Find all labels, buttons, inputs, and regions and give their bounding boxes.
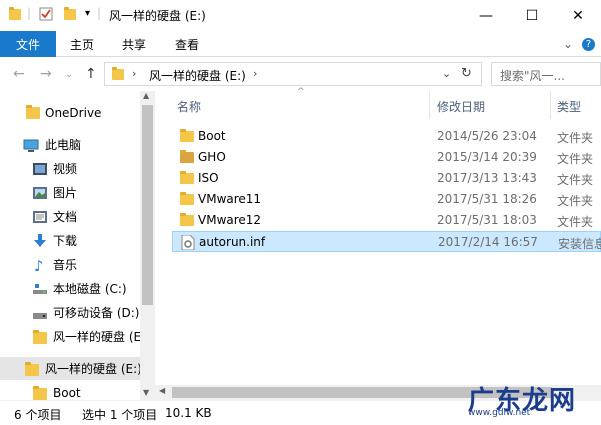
nav-scroll-thumb[interactable] — [142, 105, 153, 305]
breadcrumb-chevron-icon[interactable]: › — [132, 67, 136, 80]
pc-icon — [23, 139, 39, 152]
up-arrow-icon[interactable]: ↑ — [85, 66, 97, 82]
forward-arrow-icon[interactable]: → — [40, 66, 52, 82]
nav-item-drive-e-truncated[interactable]: 风一样的硬盘 (E — [0, 325, 141, 348]
sort-ascending-icon: ^ — [297, 87, 305, 97]
window-title: 风一样的硬盘 (E:) — [109, 9, 206, 23]
search-placeholder: 搜索"风一... — [500, 69, 565, 83]
scroll-up-icon[interactable]: ▲ — [143, 91, 149, 100]
file-row-autorun[interactable]: autorun.inf 2017/2/14 16:57 安装信息 — [172, 231, 601, 252]
selected-size: 10.1 KB — [165, 406, 212, 420]
help-icon[interactable]: ? — [582, 31, 595, 57]
column-divider[interactable] — [429, 91, 430, 119]
documents-icon — [33, 211, 47, 223]
tab-view[interactable]: 查看 — [175, 31, 199, 57]
removable-drive-icon — [33, 309, 47, 321]
inf-file-icon — [181, 234, 195, 251]
nav-item-pictures[interactable]: 图片 — [0, 181, 140, 204]
address-dropdown-icon[interactable]: ⌄ — [442, 67, 451, 80]
separator: | — [97, 6, 102, 20]
nav-item-drive-d[interactable]: 可移动设备 (D:) — [0, 301, 140, 324]
file-row-gho[interactable]: GHO 2015/3/14 20:39 文件夹 — [172, 147, 601, 168]
navigation-pane: OneDrive 此电脑 视频 图片 文档 下载 ♪ 音乐 本地磁盘 (C:) … — [0, 91, 155, 400]
folder-icon — [33, 330, 47, 344]
recent-locations-icon[interactable]: ⌄ — [65, 69, 73, 80]
maximize-button[interactable]: ☐ — [509, 0, 555, 31]
nav-item-drive-e-selected[interactable]: 风一样的硬盘 (E:) — [0, 357, 142, 380]
close-button[interactable]: ✕ — [555, 0, 601, 31]
customize-toolbar-icon[interactable]: ▾ — [85, 8, 90, 19]
file-row-boot[interactable]: Boot 2014/5/26 23:04 文件夹 — [172, 126, 601, 147]
address-bar[interactable]: › 风一样的硬盘 (E:) › ⌄ ↻ — [104, 62, 482, 86]
address-row: ← → ⌄ ↑ › 风一样的硬盘 (E:) › ⌄ ↻ 搜索"风一... — [0, 57, 601, 91]
file-row-vmware11[interactable]: VMware11 2017/5/31 18:26 文件夹 — [172, 189, 601, 210]
folder-icon — [180, 171, 194, 184]
search-input[interactable]: 搜索"风一... — [491, 62, 601, 86]
selected-count: 选中 1 个项目 — [82, 408, 158, 422]
folder-icon — [25, 362, 39, 376]
music-icon: ♪ — [34, 257, 44, 275]
folder-gho-icon — [180, 150, 194, 163]
nav-item-drive-c[interactable]: 本地磁盘 (C:) — [0, 277, 140, 300]
refresh-icon[interactable]: ↻ — [461, 66, 472, 81]
pictures-icon — [33, 187, 47, 199]
video-icon — [33, 163, 47, 175]
folder-icon — [33, 386, 47, 400]
nav-item-onedrive[interactable]: OneDrive — [0, 101, 140, 124]
folder-icon — [180, 192, 194, 205]
nav-item-downloads[interactable]: 下载 — [0, 229, 140, 252]
nav-item-boot[interactable]: Boot — [0, 381, 140, 400]
scroll-left-icon[interactable]: ◀ — [159, 386, 165, 395]
column-header-type[interactable]: 类型 — [557, 98, 581, 115]
minimize-button[interactable]: — — [463, 0, 509, 31]
item-count: 6 个项目 — [14, 408, 62, 422]
drive-icon — [33, 283, 47, 295]
nav-item-this-pc[interactable]: 此电脑 — [0, 133, 140, 156]
breadcrumb-chevron-icon[interactable]: › — [253, 67, 257, 80]
tab-file[interactable]: 文件 — [0, 31, 56, 57]
separator: | — [27, 6, 32, 20]
ribbon-tabs: 文件 主页 共享 查看 ⌄ ? — [0, 31, 601, 57]
back-arrow-icon[interactable]: ← — [13, 66, 25, 82]
file-list: ^ 名称 修改日期 类型 Boot 2014/5/26 23:04 文件夹 GH… — [155, 87, 601, 400]
nav-item-documents[interactable]: 文档 — [0, 205, 140, 228]
title-bar: | ▾ | 风一样的硬盘 (E:) — ☐ ✕ — [0, 0, 601, 31]
column-header-modified[interactable]: 修改日期 — [437, 98, 485, 115]
properties-icon[interactable] — [39, 7, 53, 21]
folder-icon — [112, 67, 124, 80]
expand-ribbon-icon[interactable]: ⌄ — [563, 31, 573, 57]
column-header-name[interactable]: 名称 — [177, 98, 201, 115]
watermark-url: www.gdlw.net — [468, 408, 531, 418]
onedrive-folder-icon — [26, 105, 40, 119]
folder-icon — [8, 7, 22, 21]
column-divider[interactable] — [550, 91, 551, 119]
nav-item-videos[interactable]: 视频 — [0, 157, 140, 180]
file-row-iso[interactable]: ISO 2017/3/13 13:43 文件夹 — [172, 168, 601, 189]
scroll-down-icon[interactable]: ▼ — [143, 388, 149, 397]
folder-icon — [180, 129, 194, 142]
tab-home[interactable]: 主页 — [70, 31, 94, 57]
tab-share[interactable]: 共享 — [122, 31, 146, 57]
download-icon — [33, 234, 47, 247]
file-row-vmware12[interactable]: VMware12 2017/5/31 18:03 文件夹 — [172, 210, 601, 231]
folder-icon — [180, 213, 194, 226]
new-folder-icon[interactable] — [63, 7, 77, 21]
nav-item-music[interactable]: ♪ 音乐 — [0, 253, 140, 276]
nav-scrollbar[interactable]: ▲ ▼ — [140, 91, 155, 400]
breadcrumb-path[interactable]: 风一样的硬盘 (E:) — [149, 67, 246, 84]
